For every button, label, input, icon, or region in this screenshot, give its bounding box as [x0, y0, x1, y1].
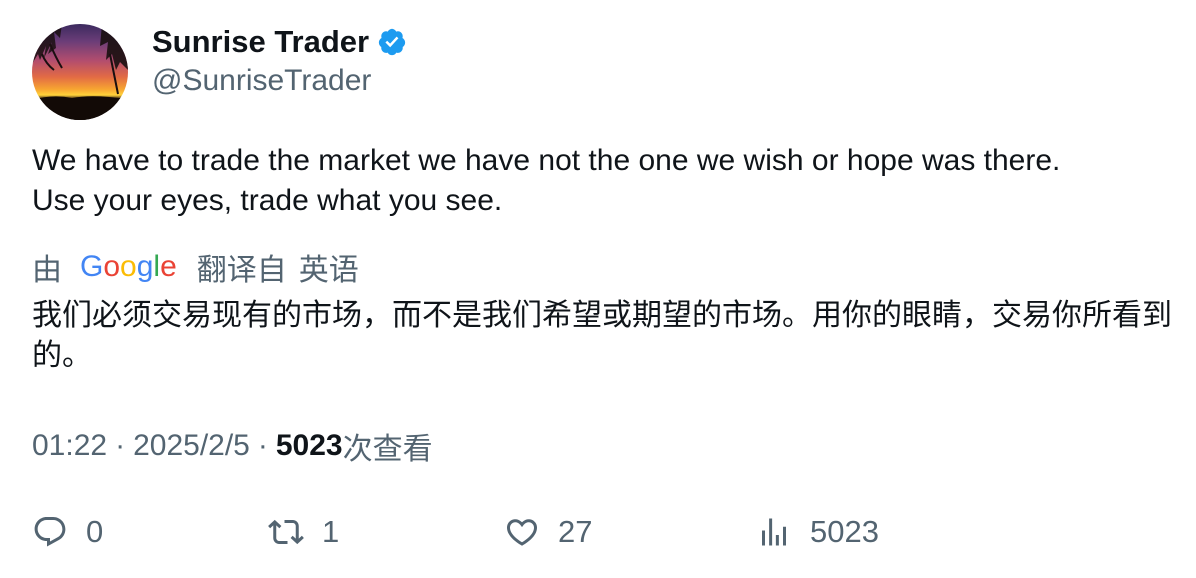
author-name-row: Sunrise Trader: [152, 22, 407, 62]
reply-button[interactable]: 0: [32, 508, 103, 556]
reply-icon: [34, 517, 66, 547]
views-chart-icon: [762, 518, 786, 546]
retweet-icon: [268, 519, 304, 545]
action-bar: 0 1 27 5023: [0, 508, 1196, 558]
retweet-button[interactable]: 1: [268, 508, 339, 556]
views-label: 次查看: [342, 433, 433, 466]
author-handle[interactable]: @SunriseTrader: [152, 64, 371, 98]
tweet-text-line-1: We have to trade the market we have not …: [32, 144, 1061, 177]
meta-separator: ·: [115, 429, 126, 462]
views-button[interactable]: 5023: [756, 508, 879, 556]
heart-icon: [506, 519, 538, 546]
verified-badge-icon[interactable]: [377, 27, 407, 57]
translation-by-label: 由: [32, 254, 62, 287]
tweet-text: We have to trade the market we have not …: [32, 141, 1172, 221]
translation-source-language: 英语: [298, 254, 359, 287]
tweet-meta: 01:22 · 2025/2/5 · 5023 次查看: [32, 424, 433, 468]
tweet-time[interactable]: 01:22: [32, 429, 107, 463]
views-count: 5023: [275, 429, 343, 462]
like-button[interactable]: 27: [504, 508, 592, 556]
tweet-date[interactable]: 2025/2/5: [133, 429, 250, 463]
retweet-count: 1: [322, 514, 340, 549]
google-logo: Google: [80, 250, 177, 283]
avatar[interactable]: [32, 24, 128, 120]
tweet-text-line-2: Use your eyes, trade what you see.: [32, 184, 503, 217]
like-count: 27: [558, 514, 593, 549]
avatar-sunset-image: [32, 24, 128, 120]
author-display-name[interactable]: Sunrise Trader: [152, 24, 369, 60]
translation-attribution: 由 Google 翻译自 英语: [32, 246, 359, 288]
views-action-count: 5023: [810, 514, 879, 549]
translated-text: 我们必须交易现有的市场，而不是我们希望或期望的市场。用你的眼睛，交易你所看到的。: [32, 299, 1172, 372]
meta-separator: ·: [257, 429, 268, 462]
reply-count: 0: [86, 514, 104, 549]
translation-from-label: 翻译自: [196, 254, 287, 287]
